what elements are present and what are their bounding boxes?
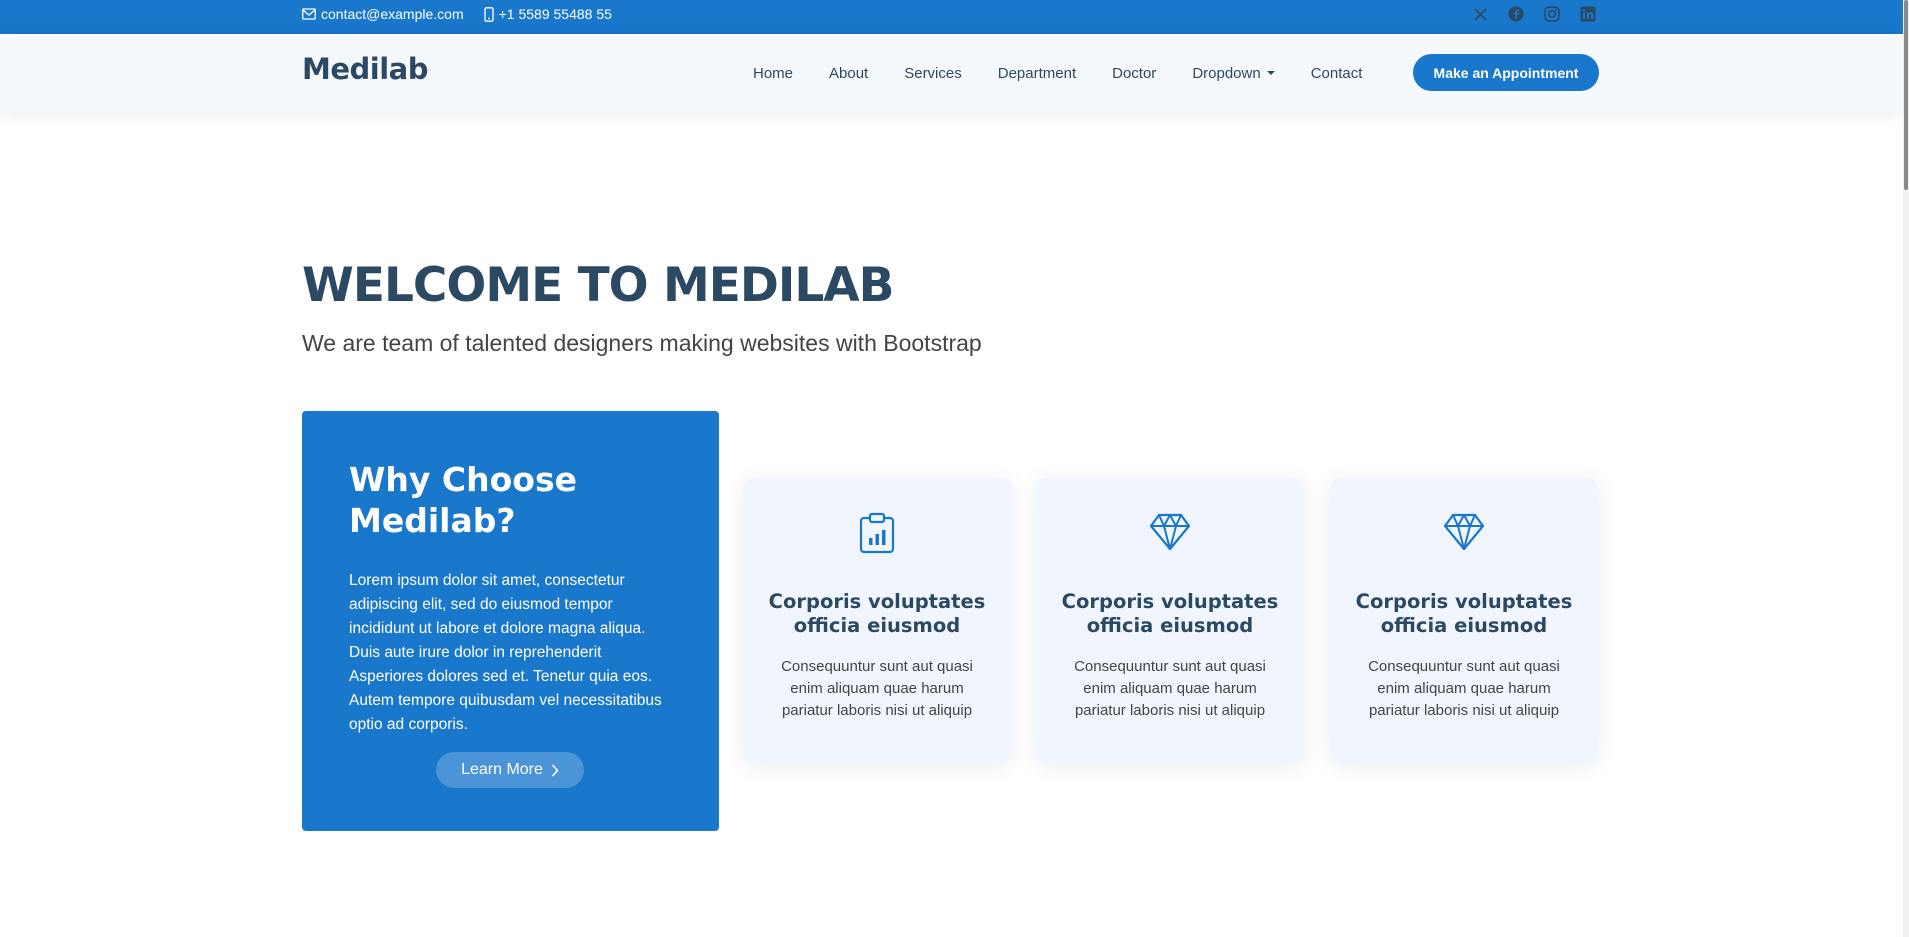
- nav-dropdown-label: Dropdown: [1192, 64, 1261, 82]
- why-title-line2: Medilab?: [349, 501, 516, 540]
- feature-card-2: Corporis voluptates officia eiusmod Cons…: [1036, 478, 1304, 764]
- instagram-icon[interactable]: [1534, 6, 1570, 22]
- hero-title: WELCOME TO MEDILAB: [302, 258, 894, 313]
- envelope-icon: [302, 8, 316, 20]
- make-appointment-button[interactable]: Make an Appointment: [1413, 54, 1599, 91]
- contact-phone[interactable]: +1 5589 55488 55: [483, 6, 612, 22]
- linkedin-icon[interactable]: [1570, 6, 1606, 22]
- chevron-down-icon: [1266, 71, 1275, 75]
- x-icon[interactable]: [1462, 7, 1498, 22]
- learn-more-button[interactable]: Learn More: [436, 752, 584, 788]
- site-header: Medilab Home About Services Department D…: [0, 34, 1903, 112]
- feature-card-text: Consequuntur sunt aut quasi enim aliquam…: [1074, 658, 1266, 719]
- phone-icon: [483, 6, 494, 22]
- topbar: contact@example.com +1 5589 55488 55: [0, 0, 1903, 34]
- feature-card-text: Consequuntur sunt aut quasi enim aliquam…: [781, 658, 973, 719]
- contact-phone-text: +1 5589 55488 55: [498, 6, 612, 22]
- why-choose-box: Why Choose Medilab? Lorem ipsum dolor si…: [302, 411, 719, 831]
- nav-contact[interactable]: Contact: [1293, 65, 1381, 82]
- topbar-contact: contact@example.com +1 5589 55488 55: [302, 0, 632, 28]
- nav-doctor[interactable]: Doctor: [1094, 65, 1174, 82]
- nav-dropdown[interactable]: Dropdown: [1174, 65, 1292, 82]
- chevron-right-icon: [551, 763, 559, 777]
- nav-department[interactable]: Department: [980, 65, 1094, 82]
- feature-card-title: Corporis voluptates officia eiusmod: [1355, 590, 1573, 637]
- site-logo[interactable]: Medilab: [302, 52, 429, 86]
- contact-email[interactable]: contact@example.com: [302, 6, 464, 22]
- contact-email-text: contact@example.com: [321, 6, 464, 22]
- feature-card-1: Corporis voluptates officia eiusmod Cons…: [743, 478, 1011, 764]
- social-links: [1462, 0, 1606, 28]
- gem-icon: [1149, 513, 1191, 551]
- clipboard-data-icon: [859, 512, 895, 554]
- gem-icon: [1443, 513, 1485, 551]
- feature-card-title: Corporis voluptates officia eiusmod: [768, 590, 986, 637]
- feature-card-3: Corporis voluptates officia eiusmod Cons…: [1330, 478, 1598, 764]
- page-scrollbar[interactable]: [1903, 0, 1909, 937]
- learn-more-label: Learn More: [461, 761, 543, 778]
- nav-home[interactable]: Home: [735, 65, 811, 82]
- scrollbar-thumb[interactable]: [1904, 0, 1908, 190]
- feature-card-text: Consequuntur sunt aut quasi enim aliquam…: [1368, 658, 1560, 719]
- feature-card-title: Corporis voluptates officia eiusmod: [1061, 590, 1279, 637]
- why-choose-title: Why Choose Medilab?: [349, 459, 672, 541]
- why-title-line1: Why Choose: [349, 460, 577, 499]
- hero-subtitle: We are team of talented designers making…: [302, 330, 982, 356]
- facebook-icon[interactable]: [1498, 6, 1534, 22]
- why-choose-text: Lorem ipsum dolor sit amet, consectetur …: [349, 572, 662, 733]
- nav-about[interactable]: About: [811, 65, 886, 82]
- nav-services[interactable]: Services: [886, 65, 980, 82]
- main-nav: Home About Services Department Doctor Dr…: [735, 34, 1380, 112]
